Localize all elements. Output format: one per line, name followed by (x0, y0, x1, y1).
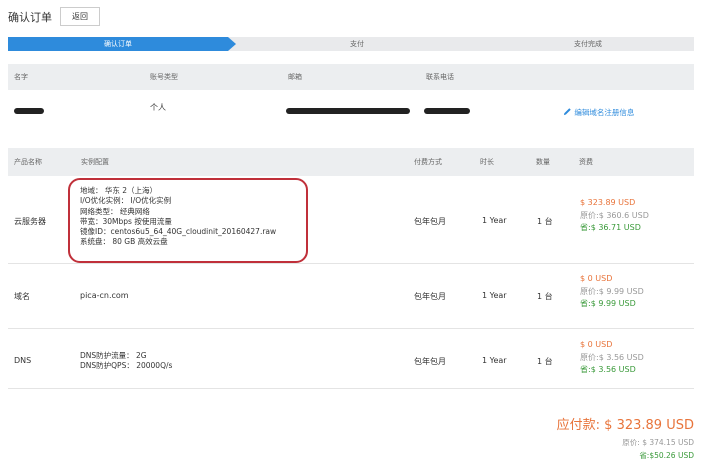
user-table-header: 名字 账号类型 邮箱 联系电话 (8, 64, 694, 90)
col-email: 邮箱 (288, 73, 302, 81)
dns-config: DNS防护流量： 2G DNS防护QPS： 20000Q/s (80, 351, 172, 372)
step-arrow (228, 37, 236, 51)
price: $ 0 USD (580, 274, 613, 283)
product-name-domain: 域名 (14, 292, 30, 301)
saved-amount: 省:$ 9.99 USD (580, 299, 636, 308)
quantity: 1 台 (537, 292, 553, 301)
config-line: DNS防护QPS： 20000Q/s (80, 361, 173, 371)
back-button[interactable]: 返回 (60, 7, 100, 26)
duration: 1 Year (482, 216, 507, 225)
saved-amount: 省:$ 3.56 USD (580, 365, 636, 374)
pay-method: 包年包月 (414, 217, 446, 226)
col-account-type: 账号类型 (150, 73, 178, 81)
price: $ 0 USD (580, 340, 613, 349)
product-name-dns: DNS (14, 356, 32, 365)
edit-domain-registration-link[interactable]: 编辑域名注册信息 (563, 107, 634, 118)
page-title: 确认订单 (8, 11, 52, 24)
highlight-annotation (68, 178, 308, 263)
product-table-header: 产品名称 实例配置 付费方式 时长 数量 资费 (8, 148, 694, 176)
edit-link-label: 编辑域名注册信息 (574, 108, 635, 117)
total-original-price: 原价: $ 374.15 USD (622, 438, 694, 447)
total-payable: 应付款: $ 323.89 USD (556, 418, 694, 433)
col-price: 资费 (579, 158, 593, 166)
redacted-name (14, 108, 44, 114)
step-payment-complete: 支付完成 (574, 40, 602, 48)
col-duration: 时长 (480, 158, 494, 166)
original-price: 原价:$ 3.56 USD (580, 353, 644, 362)
col-pay-method: 付费方式 (414, 158, 442, 166)
price: $ 323.89 USD (580, 198, 636, 207)
pay-method: 包年包月 (414, 292, 446, 301)
account-type-value: 个人 (150, 103, 166, 112)
redacted-phone (424, 108, 470, 114)
pencil-icon (563, 108, 571, 116)
quantity: 1 台 (537, 217, 553, 226)
saved-amount: 省:$ 36.71 USD (580, 223, 641, 232)
row-divider (8, 263, 694, 264)
redacted-email (286, 108, 410, 114)
col-name: 名字 (14, 73, 28, 81)
original-price: 原价:$ 9.99 USD (580, 287, 644, 296)
col-product-name: 产品名称 (14, 158, 42, 166)
step-confirm-order: 确认订单 (104, 40, 132, 48)
col-instance-config: 实例配置 (81, 158, 109, 166)
step-payment: 支付 (350, 40, 364, 48)
row-divider (8, 388, 694, 389)
duration: 1 Year (482, 356, 507, 365)
row-divider (8, 328, 694, 329)
col-phone: 联系电话 (426, 73, 454, 81)
duration: 1 Year (482, 291, 507, 300)
total-saved-amount: 省:$50.26 USD (639, 451, 694, 460)
quantity: 1 台 (537, 357, 553, 366)
col-quantity: 数量 (536, 158, 550, 166)
original-price: 原价:$ 360.6 USD (580, 211, 649, 220)
progress-steps: 确认订单 支付 支付完成 (8, 37, 694, 51)
config-line: DNS防护流量： 2G (80, 351, 147, 360)
domain-config: pica-cn.com (80, 291, 129, 300)
pay-method: 包年包月 (414, 357, 446, 366)
product-name-cloud-server: 云服务器 (14, 217, 46, 226)
